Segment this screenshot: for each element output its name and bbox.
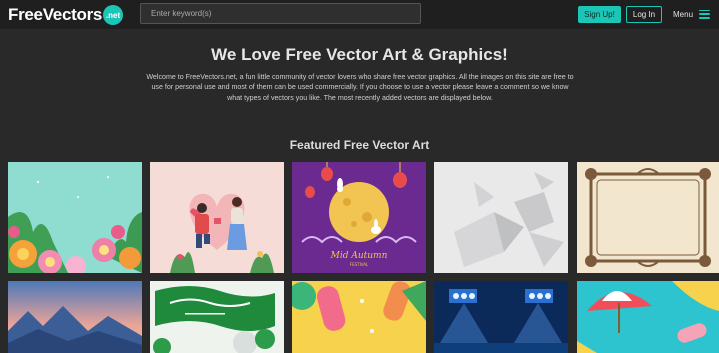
vector-card-beach-umbrella[interactable] bbox=[577, 281, 719, 353]
vector-card-saudi-flag[interactable] bbox=[150, 281, 284, 353]
card-caption-title: Mid Autumn bbox=[330, 251, 388, 261]
vector-card-white-polygon[interactable] bbox=[434, 162, 568, 273]
signup-button[interactable]: Sign Up! bbox=[578, 6, 621, 23]
card-caption-subtitle: FESTIVAL bbox=[350, 262, 369, 267]
intro-text: Welcome to FreeVectors.net, a fun little… bbox=[146, 73, 574, 102]
floral-thumbnail bbox=[8, 162, 142, 273]
mountain-thumbnail bbox=[8, 281, 142, 353]
mid-autumn-thumbnail: Mid Autumn FESTIVAL bbox=[292, 162, 426, 273]
valentine-thumbnail bbox=[150, 162, 284, 273]
vector-card-mountain-sunset[interactable] bbox=[8, 281, 142, 353]
frame-thumbnail bbox=[577, 162, 719, 273]
menu-label: Menu bbox=[673, 9, 694, 19]
vector-card-summer-popsicle[interactable] bbox=[292, 281, 426, 353]
vector-card-mid-autumn[interactable]: Mid Autumn FESTIVAL bbox=[292, 162, 426, 273]
flag-thumbnail bbox=[150, 281, 284, 353]
logo-net-badge: .net bbox=[103, 5, 124, 25]
polygon-thumbnail bbox=[434, 162, 568, 273]
page-title: We Love Free Vector Art & Graphics! bbox=[211, 45, 508, 64]
stadium-thumbnail bbox=[434, 281, 568, 353]
site-logo[interactable]: FreeVectors .net bbox=[8, 4, 124, 26]
logo-text: FreeVectors bbox=[8, 5, 103, 24]
beach-thumbnail bbox=[577, 281, 719, 353]
vector-card-valentine-couple[interactable] bbox=[150, 162, 284, 273]
hamburger-icon bbox=[699, 9, 711, 19]
menu-button[interactable]: Menu bbox=[673, 7, 711, 21]
search-input[interactable] bbox=[140, 3, 421, 24]
vector-card-floral-corner[interactable] bbox=[8, 162, 142, 273]
popsicle-thumbnail bbox=[292, 281, 426, 353]
vector-card-ornamental-frame[interactable] bbox=[577, 162, 719, 273]
login-button[interactable]: Log In bbox=[626, 6, 662, 23]
vector-card-stadium-lights[interactable] bbox=[434, 281, 568, 353]
top-header: FreeVectors .net Sign Up! Log In Menu bbox=[0, 0, 719, 29]
featured-heading: Featured Free Vector Art bbox=[289, 138, 430, 152]
